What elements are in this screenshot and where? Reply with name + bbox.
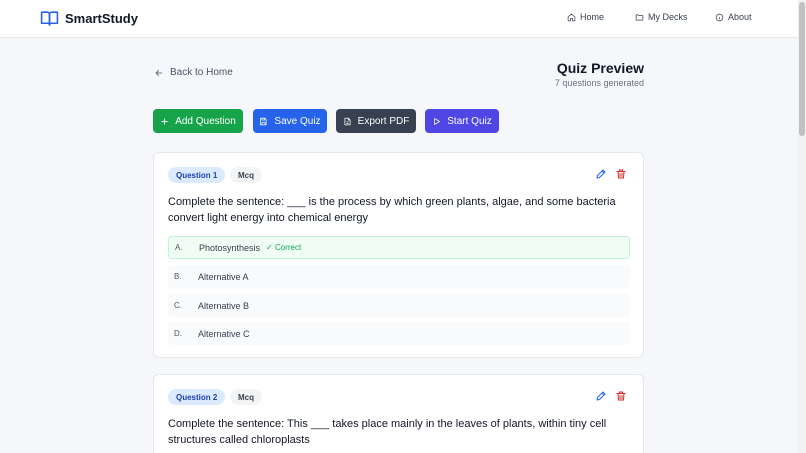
option-c[interactable]: C. Alternative B [168,294,630,317]
scrollbar-thumb[interactable] [799,2,805,136]
brand-logo-link[interactable]: SmartStudy [40,9,138,28]
back-label: Back to Home [170,67,233,78]
save-quiz-button[interactable]: Save Quiz [253,109,327,133]
question-text: Complete the sentence: This ___ takes pl… [168,418,607,446]
option-letter: A. [175,243,183,252]
brand-name: SmartStudy [65,11,138,26]
edit-icon[interactable] [595,390,607,402]
arrow-left-icon [155,69,163,76]
export-pdf-label: Export PDF [357,115,410,127]
correct-badge: ✓ Correct [266,243,302,252]
file-text-icon [344,117,351,125]
nav-decks-label: My Decks [648,12,688,22]
book-open-icon [40,11,59,26]
start-quiz-label: Start Quiz [447,115,492,127]
question-card: Question 2 Mcq Complete the sentence: Th… [153,374,644,453]
save-quiz-label: Save Quiz [274,115,321,127]
question-type-badge: Mcq [230,167,262,183]
option-letter: C. [174,301,182,310]
play-icon [434,117,441,125]
folder-icon [635,14,644,20]
save-icon [260,117,267,125]
option-text: Alternative C [198,328,250,339]
edit-icon[interactable] [595,168,607,180]
delete-icon[interactable] [615,168,627,180]
page-title: Quiz Preview [556,60,644,76]
question-card: Question 1 Mcq Complete the sentence: __… [153,152,644,358]
nav-about-link[interactable]: About [715,12,752,22]
top-navbar: SmartStudy Home My Decks About [0,0,798,38]
question-number-badge: Question 1 [168,167,226,183]
nav-about-label: About [728,12,752,22]
delete-icon[interactable] [615,390,627,402]
option-a[interactable]: A. Photosynthesis ✓ Correct [168,236,630,259]
questions-count: 7 questions generated [554,78,644,88]
option-b[interactable]: B. Alternative A [168,265,630,288]
nav-home-label: Home [580,12,605,22]
info-icon [715,13,724,21]
option-text: Alternative A [198,271,249,282]
back-to-home-link[interactable]: Back to Home [154,67,233,78]
question-type-badge: Mcq [230,389,262,405]
add-question-button[interactable]: Add Question [153,109,243,133]
question-number-badge: Question 2 [168,389,226,405]
option-text: Photosynthesis [199,242,261,253]
start-quiz-button[interactable]: Start Quiz [425,109,499,133]
option-d[interactable]: D. Alternative C [168,322,630,345]
nav-home-link[interactable]: Home [567,12,604,22]
export-pdf-button[interactable]: Export PDF [336,109,416,133]
add-question-label: Add Question [175,115,236,127]
option-letter: D. [174,329,182,338]
page-scrollbar[interactable] [798,0,806,453]
option-letter: B. [174,272,182,281]
question-text: Complete the sentence: ___ is the proces… [168,196,616,224]
home-icon [567,13,576,21]
option-text: Alternative B [198,300,250,311]
nav-decks-link[interactable]: My Decks [635,12,688,22]
plus-icon [161,117,168,125]
